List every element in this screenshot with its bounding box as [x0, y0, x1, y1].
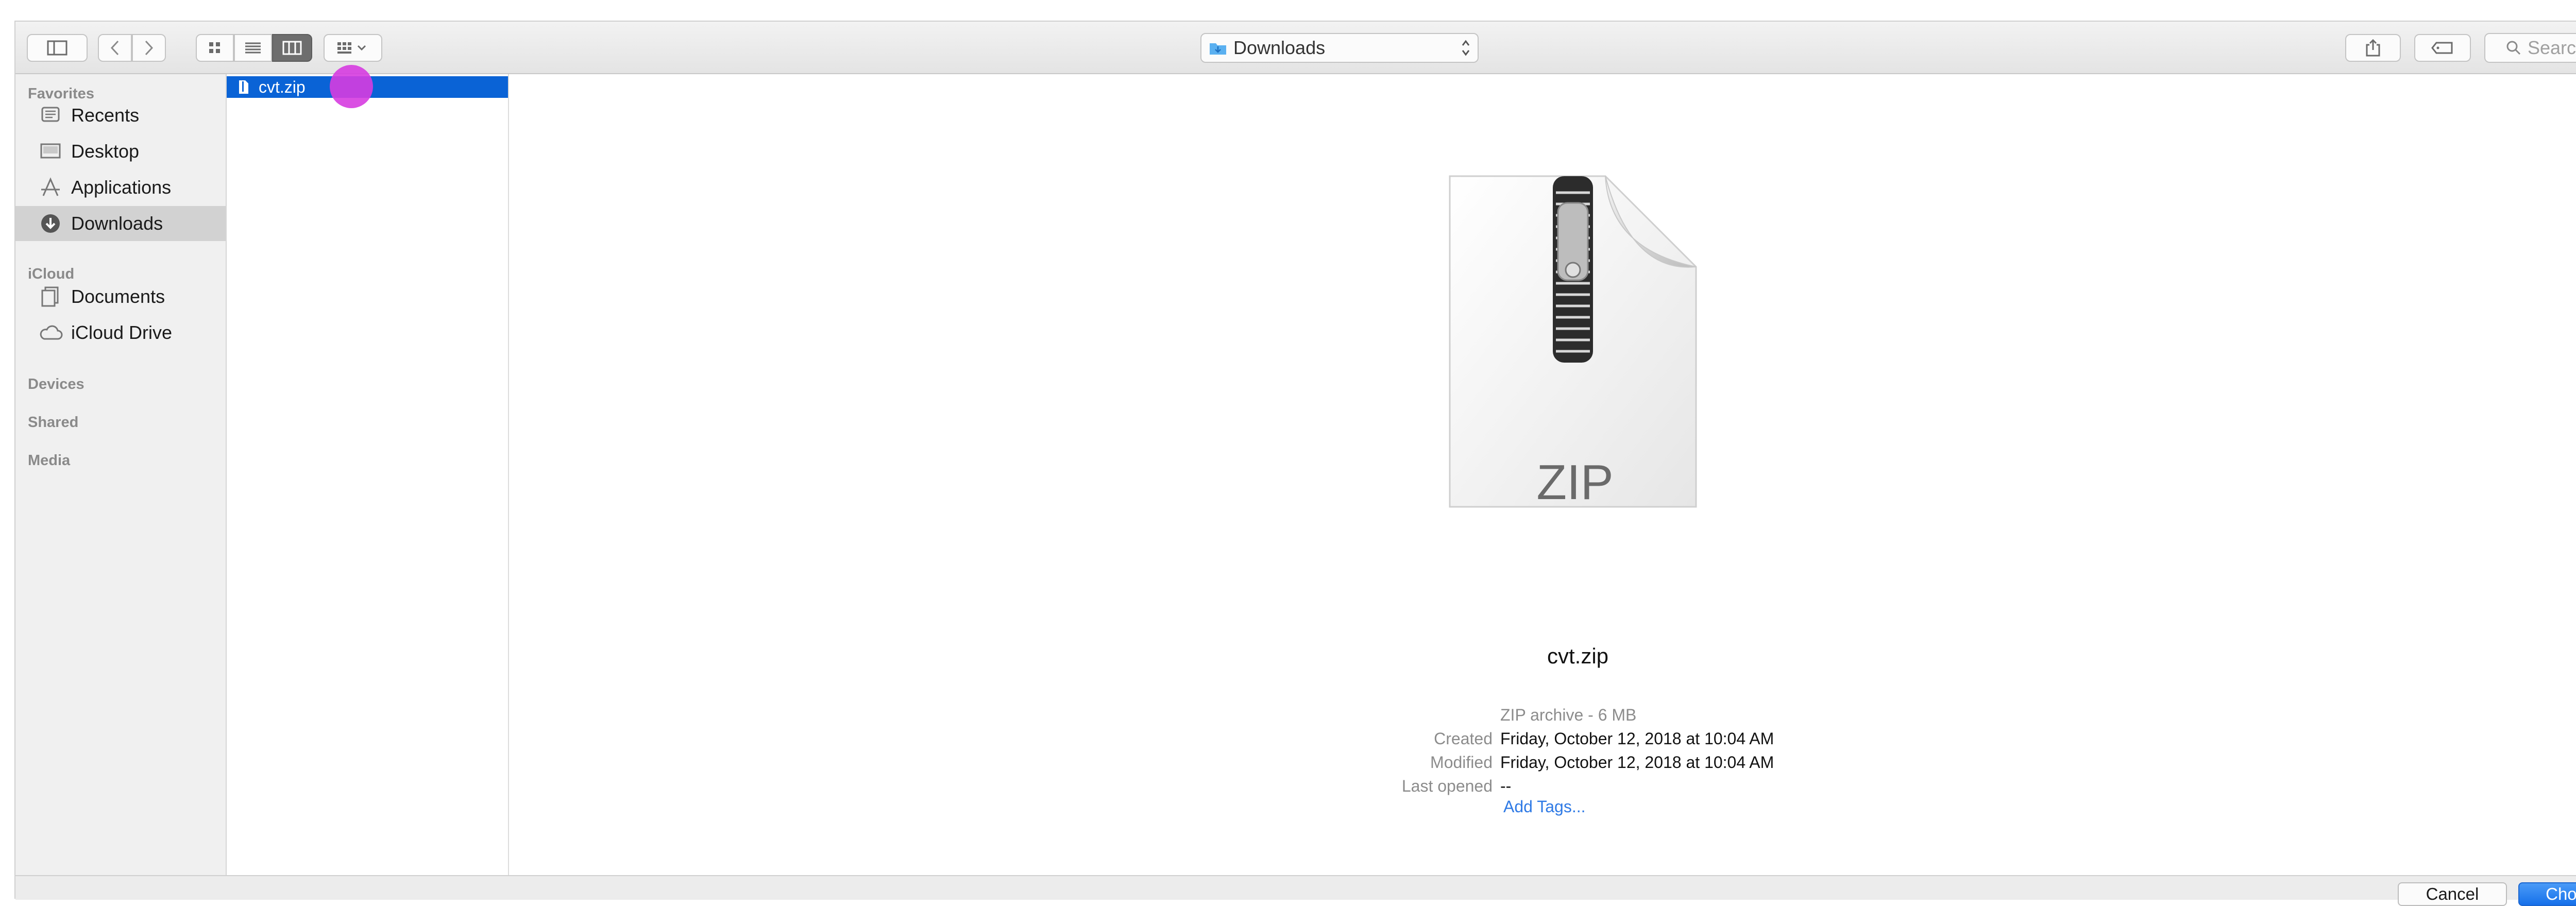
- share-icon: [2366, 39, 2380, 57]
- sidebar-item-label: Documents: [71, 286, 165, 307]
- list-view-icon: [245, 42, 261, 54]
- sidebar-item-label: Recents: [71, 105, 140, 126]
- modified-value: Friday, October 12, 2018 at 10:04 AM: [1500, 753, 1774, 772]
- forward-icon: [145, 40, 154, 56]
- pointer-highlight: [330, 65, 373, 108]
- group-by-button[interactable]: [324, 34, 382, 62]
- section-shared[interactable]: Shared: [28, 414, 78, 431]
- file-name: cvt.zip: [259, 77, 306, 96]
- cloud-icon: [37, 319, 64, 346]
- sidebar-item-label: Desktop: [71, 141, 140, 162]
- preview-file-name: cvt.zip: [1547, 644, 1609, 668]
- applications-icon: [37, 174, 64, 201]
- location-label: Downloads: [1233, 37, 1326, 58]
- file-icon: [239, 80, 248, 94]
- add-tags-link[interactable]: Add Tags...: [1503, 797, 1586, 816]
- preview-pane: ZIP cvt.zip ZIP archive - 6 MB Created F…: [509, 74, 2576, 875]
- icon-view-icon: [209, 42, 220, 53]
- open-dialog-window: Downloads Search Favorites Recents Deskt…: [14, 21, 2576, 906]
- sidebar-item-label: iCloud Drive: [71, 322, 173, 343]
- choose-button[interactable]: Choose: [2518, 882, 2576, 906]
- last-opened-label: Last opened: [1401, 777, 1493, 795]
- sidebar-item-documents[interactable]: Documents: [15, 279, 226, 314]
- sidebar-item-applications[interactable]: Applications: [15, 170, 226, 205]
- recents-icon: [37, 102, 64, 129]
- column-view-icon: [282, 41, 302, 55]
- cancel-button[interactable]: Cancel: [2398, 882, 2507, 906]
- top-strip: [0, 0, 2576, 21]
- last-opened-value: --: [1500, 777, 1512, 795]
- file-kind-size: ZIP archive - 6 MB: [1500, 706, 1637, 724]
- chevron-updown-icon: [1462, 40, 1470, 56]
- bottom-bar: Cancel Choose: [15, 875, 2576, 906]
- file-column: cvt.zip: [227, 74, 509, 875]
- documents-icon: [37, 283, 64, 310]
- column-view-button[interactable]: [272, 34, 312, 62]
- group-icon: [337, 42, 366, 54]
- sidebar-item-downloads[interactable]: Downloads: [15, 206, 226, 241]
- sidebar-item-desktop[interactable]: Desktop: [15, 134, 226, 169]
- list-view-button[interactable]: [234, 34, 272, 62]
- sidebar: Favorites Recents Desktop Applications D…: [15, 74, 227, 875]
- tag-icon: [2431, 42, 2453, 54]
- sidebar-item-label: Downloads: [71, 213, 163, 234]
- share-button[interactable]: [2345, 34, 2401, 62]
- sidebar-toggle-icon: [47, 40, 67, 56]
- sidebar-item-recents[interactable]: Recents: [15, 98, 226, 133]
- created-label: Created: [1434, 729, 1493, 748]
- back-button[interactable]: [98, 34, 132, 62]
- sidebar-item-icloud-drive[interactable]: iCloud Drive: [15, 315, 226, 350]
- toolbar: Downloads Search: [15, 22, 2576, 74]
- modified-label: Modified: [1430, 753, 1493, 772]
- view-mode-buttons: [196, 34, 312, 62]
- sidebar-item-label: Applications: [71, 177, 172, 198]
- downloads-folder-icon: [1210, 43, 1226, 55]
- location-popup[interactable]: Downloads: [1200, 33, 1479, 63]
- forward-button[interactable]: [132, 34, 166, 62]
- search-icon: [2506, 41, 2521, 55]
- back-icon: [110, 40, 119, 56]
- downloads-icon: [37, 210, 64, 237]
- section-devices[interactable]: Devices: [28, 376, 84, 393]
- tag-button[interactable]: [2414, 34, 2471, 62]
- search-placeholder: Search: [2528, 37, 2576, 58]
- section-media[interactable]: Media: [28, 452, 70, 469]
- icon-view-button[interactable]: [196, 34, 234, 62]
- sidebar-toggle-button[interactable]: [27, 34, 88, 62]
- created-value: Friday, October 12, 2018 at 10:04 AM: [1500, 729, 1774, 748]
- search-field[interactable]: Search: [2484, 33, 2576, 63]
- navigation-buttons: [98, 34, 166, 62]
- file-type-badge: ZIP: [1536, 455, 1614, 510]
- desktop-icon: [37, 138, 64, 165]
